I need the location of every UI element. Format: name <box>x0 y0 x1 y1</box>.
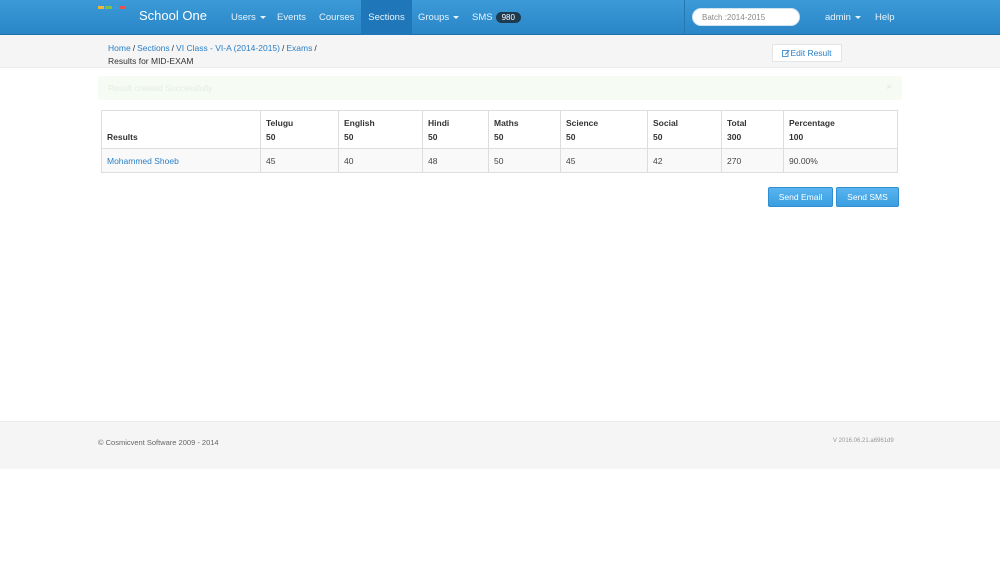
nav-sections[interactable]: Sections <box>361 0 412 35</box>
nav-divider <box>684 0 685 35</box>
batch-field[interactable] <box>692 8 800 26</box>
top-navbar: School One Users Events Courses Sections… <box>0 0 1000 35</box>
breadcrumb-separator: / <box>314 43 317 53</box>
score-cell: 50 <box>488 148 561 173</box>
logo-icon[interactable] <box>98 6 126 10</box>
edit-result-button[interactable]: Edit Result <box>772 44 842 62</box>
breadcrumb-section-name[interactable]: VI Class - VI-A (2014-2015) <box>176 43 280 53</box>
sms-count-badge: 980 <box>495 11 521 23</box>
nav-groups-label: Groups <box>418 12 450 23</box>
header-subject: English 50 <box>338 110 423 149</box>
student-cell: Mohammed Shoeb <box>101 148 261 173</box>
score-cell: 42 <box>647 148 722 173</box>
table-header-row: Results Telugu 50 English 50 Hindi 50 Maths… <box>101 110 898 149</box>
score-cell: 40 <box>338 148 423 173</box>
header-subject: Hindi 50 <box>422 110 489 149</box>
table-row: Mohammed Shoeb 45 40 48 50 45 42 270 90.… <box>101 148 898 173</box>
percentage-cell: 90.00% <box>783 148 898 173</box>
breadcrumb-sections[interactable]: Sections <box>137 43 170 53</box>
header-results: Results <box>101 110 261 149</box>
breadcrumb-separator: / <box>281 43 285 53</box>
logo-segment <box>119 6 126 9</box>
nav-sms[interactable]: SMS 980 <box>472 0 521 35</box>
nav-users[interactable]: Users <box>231 0 266 35</box>
breadcrumb-trail: Home / Sections / VI Class - VI-A (2014-2015… <box>108 42 319 55</box>
logo-segment <box>98 6 105 9</box>
brand-name[interactable]: School One <box>139 8 207 23</box>
admin-label: admin <box>825 12 851 23</box>
caret-down-icon <box>453 15 460 19</box>
close-icon[interactable]: × <box>886 76 892 100</box>
nav-groups[interactable]: Groups <box>418 0 460 35</box>
send-sms-button[interactable]: Send SMS <box>836 187 899 207</box>
success-alert: Result created Successfully × <box>98 76 902 100</box>
header-subject: Maths 50 <box>488 110 561 149</box>
send-email-button[interactable]: Send Email <box>768 187 833 207</box>
nav-courses[interactable]: Courses <box>319 0 354 35</box>
breadcrumb-current: Results for MID-EXAM <box>108 56 194 66</box>
total-cell: 270 <box>721 148 784 173</box>
admin-menu[interactable]: admin <box>825 0 861 35</box>
nav-sms-label: SMS <box>472 12 493 23</box>
header-subject: Science 50 <box>560 110 648 149</box>
score-cell: 45 <box>260 148 339 173</box>
help-label: Help <box>875 12 895 23</box>
caret-down-icon <box>854 15 861 19</box>
nav-sections-label: Sections <box>368 12 405 23</box>
nav-events-label: Events <box>277 12 307 23</box>
help-link[interactable]: Help <box>875 0 895 35</box>
nav-events[interactable]: Events <box>277 0 306 35</box>
breadcrumb-separator: / <box>171 43 175 53</box>
logo-segment <box>112 6 119 9</box>
nav-courses-label: Courses <box>319 12 355 23</box>
breadcrumb-separator: / <box>132 43 136 53</box>
breadcrumb-exams[interactable]: Exams <box>286 43 312 53</box>
breadcrumb-home[interactable]: Home <box>108 43 131 53</box>
results-table: Results Telugu 50 English 50 Hindi 50 Maths… <box>101 110 898 173</box>
score-cell: 45 <box>560 148 648 173</box>
header-subject: Social 50 <box>647 110 722 149</box>
caret-down-icon <box>259 15 266 19</box>
header-total: Total 300 <box>721 110 784 149</box>
copyright-text: © Cosmicvent Software 2009 - 2014 <box>98 438 219 447</box>
nav-users-label: Users <box>231 12 256 23</box>
student-link[interactable]: Mohammed Shoeb <box>107 156 179 166</box>
score-cell: 48 <box>422 148 489 173</box>
logo-segment <box>105 6 112 9</box>
alert-message: Result created Successfully <box>108 83 213 93</box>
edit-result-label: Edit Result <box>790 48 832 58</box>
breadcrumb: Home / Sections / VI Class - VI-A (2014-2015… <box>108 42 319 68</box>
header-percentage: Percentage 100 <box>783 110 898 149</box>
header-subject: Telugu 50 <box>260 110 339 149</box>
version-text: V 2016.06.21.a6961d9 <box>833 438 894 444</box>
